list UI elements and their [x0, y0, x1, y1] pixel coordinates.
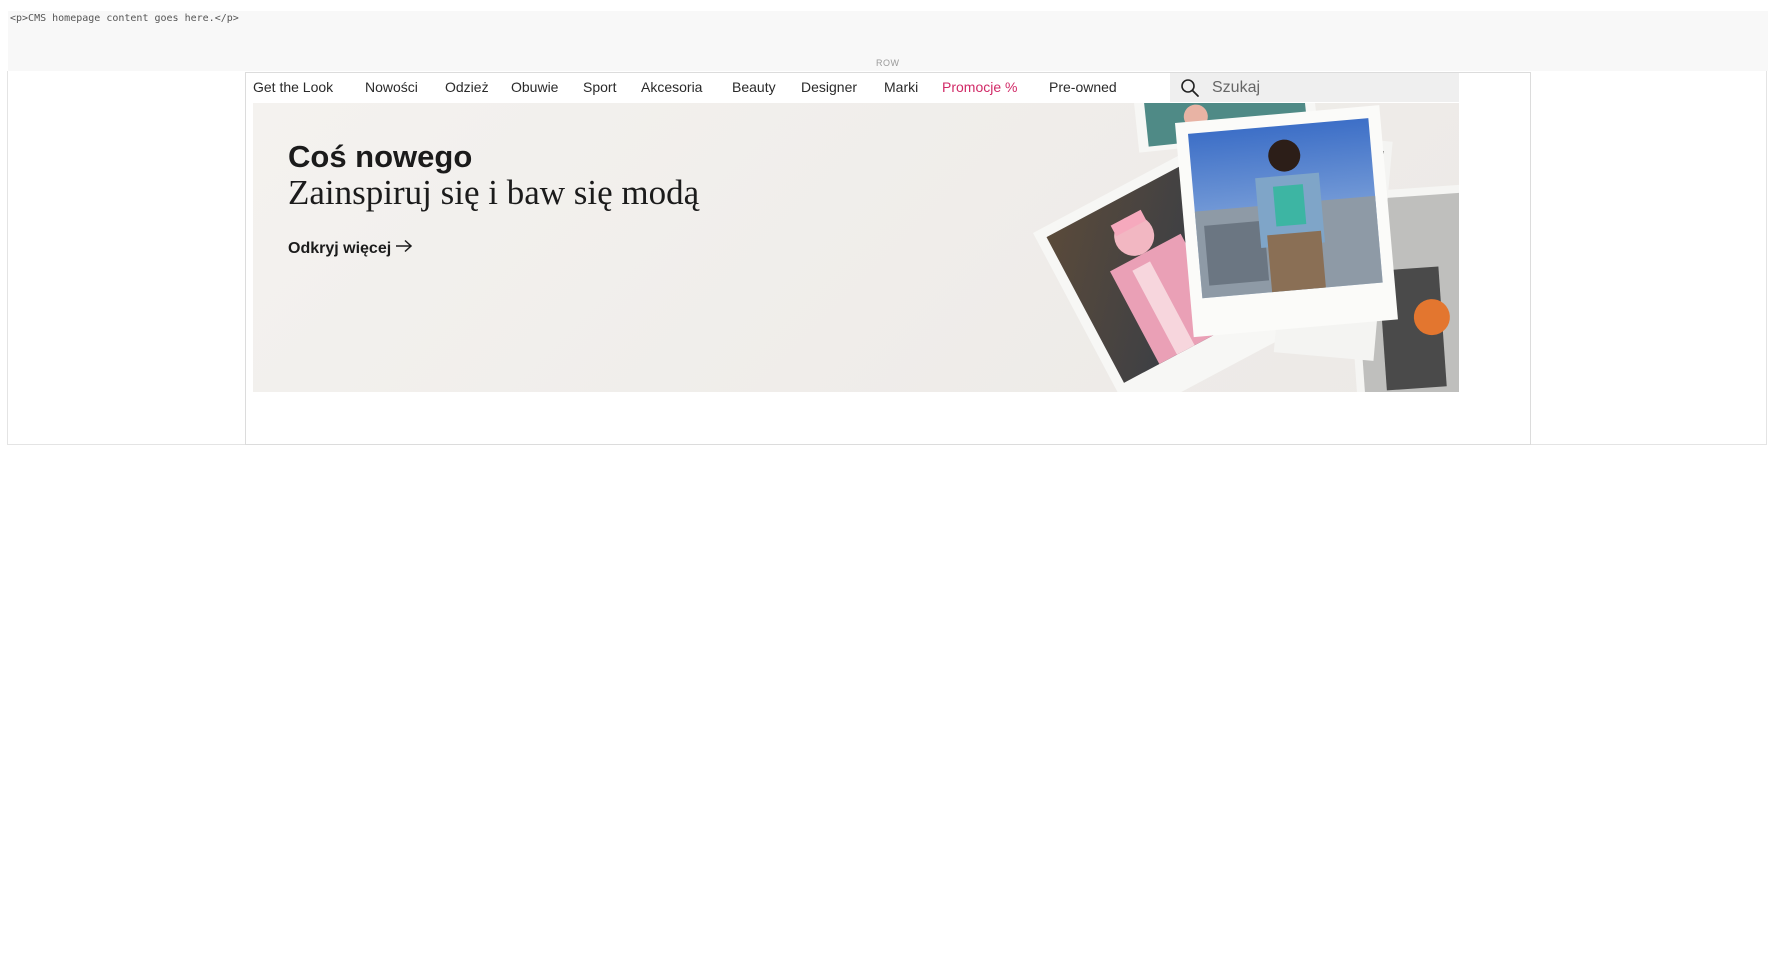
nav-item-get-the-look[interactable]: Get the Look — [253, 79, 333, 95]
nav-item-beauty[interactable]: Beauty — [732, 79, 776, 95]
discover-more-link[interactable]: Odkryj więcej — [288, 239, 413, 258]
search-icon[interactable] — [1180, 78, 1200, 98]
cms-placeholder-text: <p>CMS homepage content goes here.</p> — [10, 13, 239, 24]
nav-item-pre-owned[interactable]: Pre-owned — [1049, 79, 1117, 95]
search-input[interactable] — [1210, 76, 1454, 100]
nav-item-obuwie[interactable]: Obuwie — [511, 79, 558, 95]
nav-item-odziez[interactable]: Odzież — [445, 79, 489, 95]
discover-more-label: Odkryj więcej — [288, 239, 392, 257]
search-box[interactable] — [1170, 73, 1459, 102]
hero-banner[interactable]: Coś nowego Zainspiruj się i baw się modą… — [253, 103, 1459, 392]
nav-item-akcesoria[interactable]: Akcesoria — [641, 79, 702, 95]
row-label: ROW — [876, 58, 900, 68]
hero-title: Coś nowego — [288, 139, 473, 174]
nav-item-marki[interactable]: Marki — [884, 79, 918, 95]
nav-item-nowosci[interactable]: Nowości — [365, 79, 418, 95]
hero-subtitle: Zainspiruj się i baw się modą — [288, 173, 700, 212]
nav-item-designer[interactable]: Designer — [801, 79, 857, 95]
polaroid-collage-image — [1033, 103, 1459, 392]
nav-item-sport[interactable]: Sport — [583, 79, 616, 95]
arrow-right-icon — [395, 239, 413, 258]
nav-item-promocje[interactable]: Promocje % — [942, 79, 1017, 95]
